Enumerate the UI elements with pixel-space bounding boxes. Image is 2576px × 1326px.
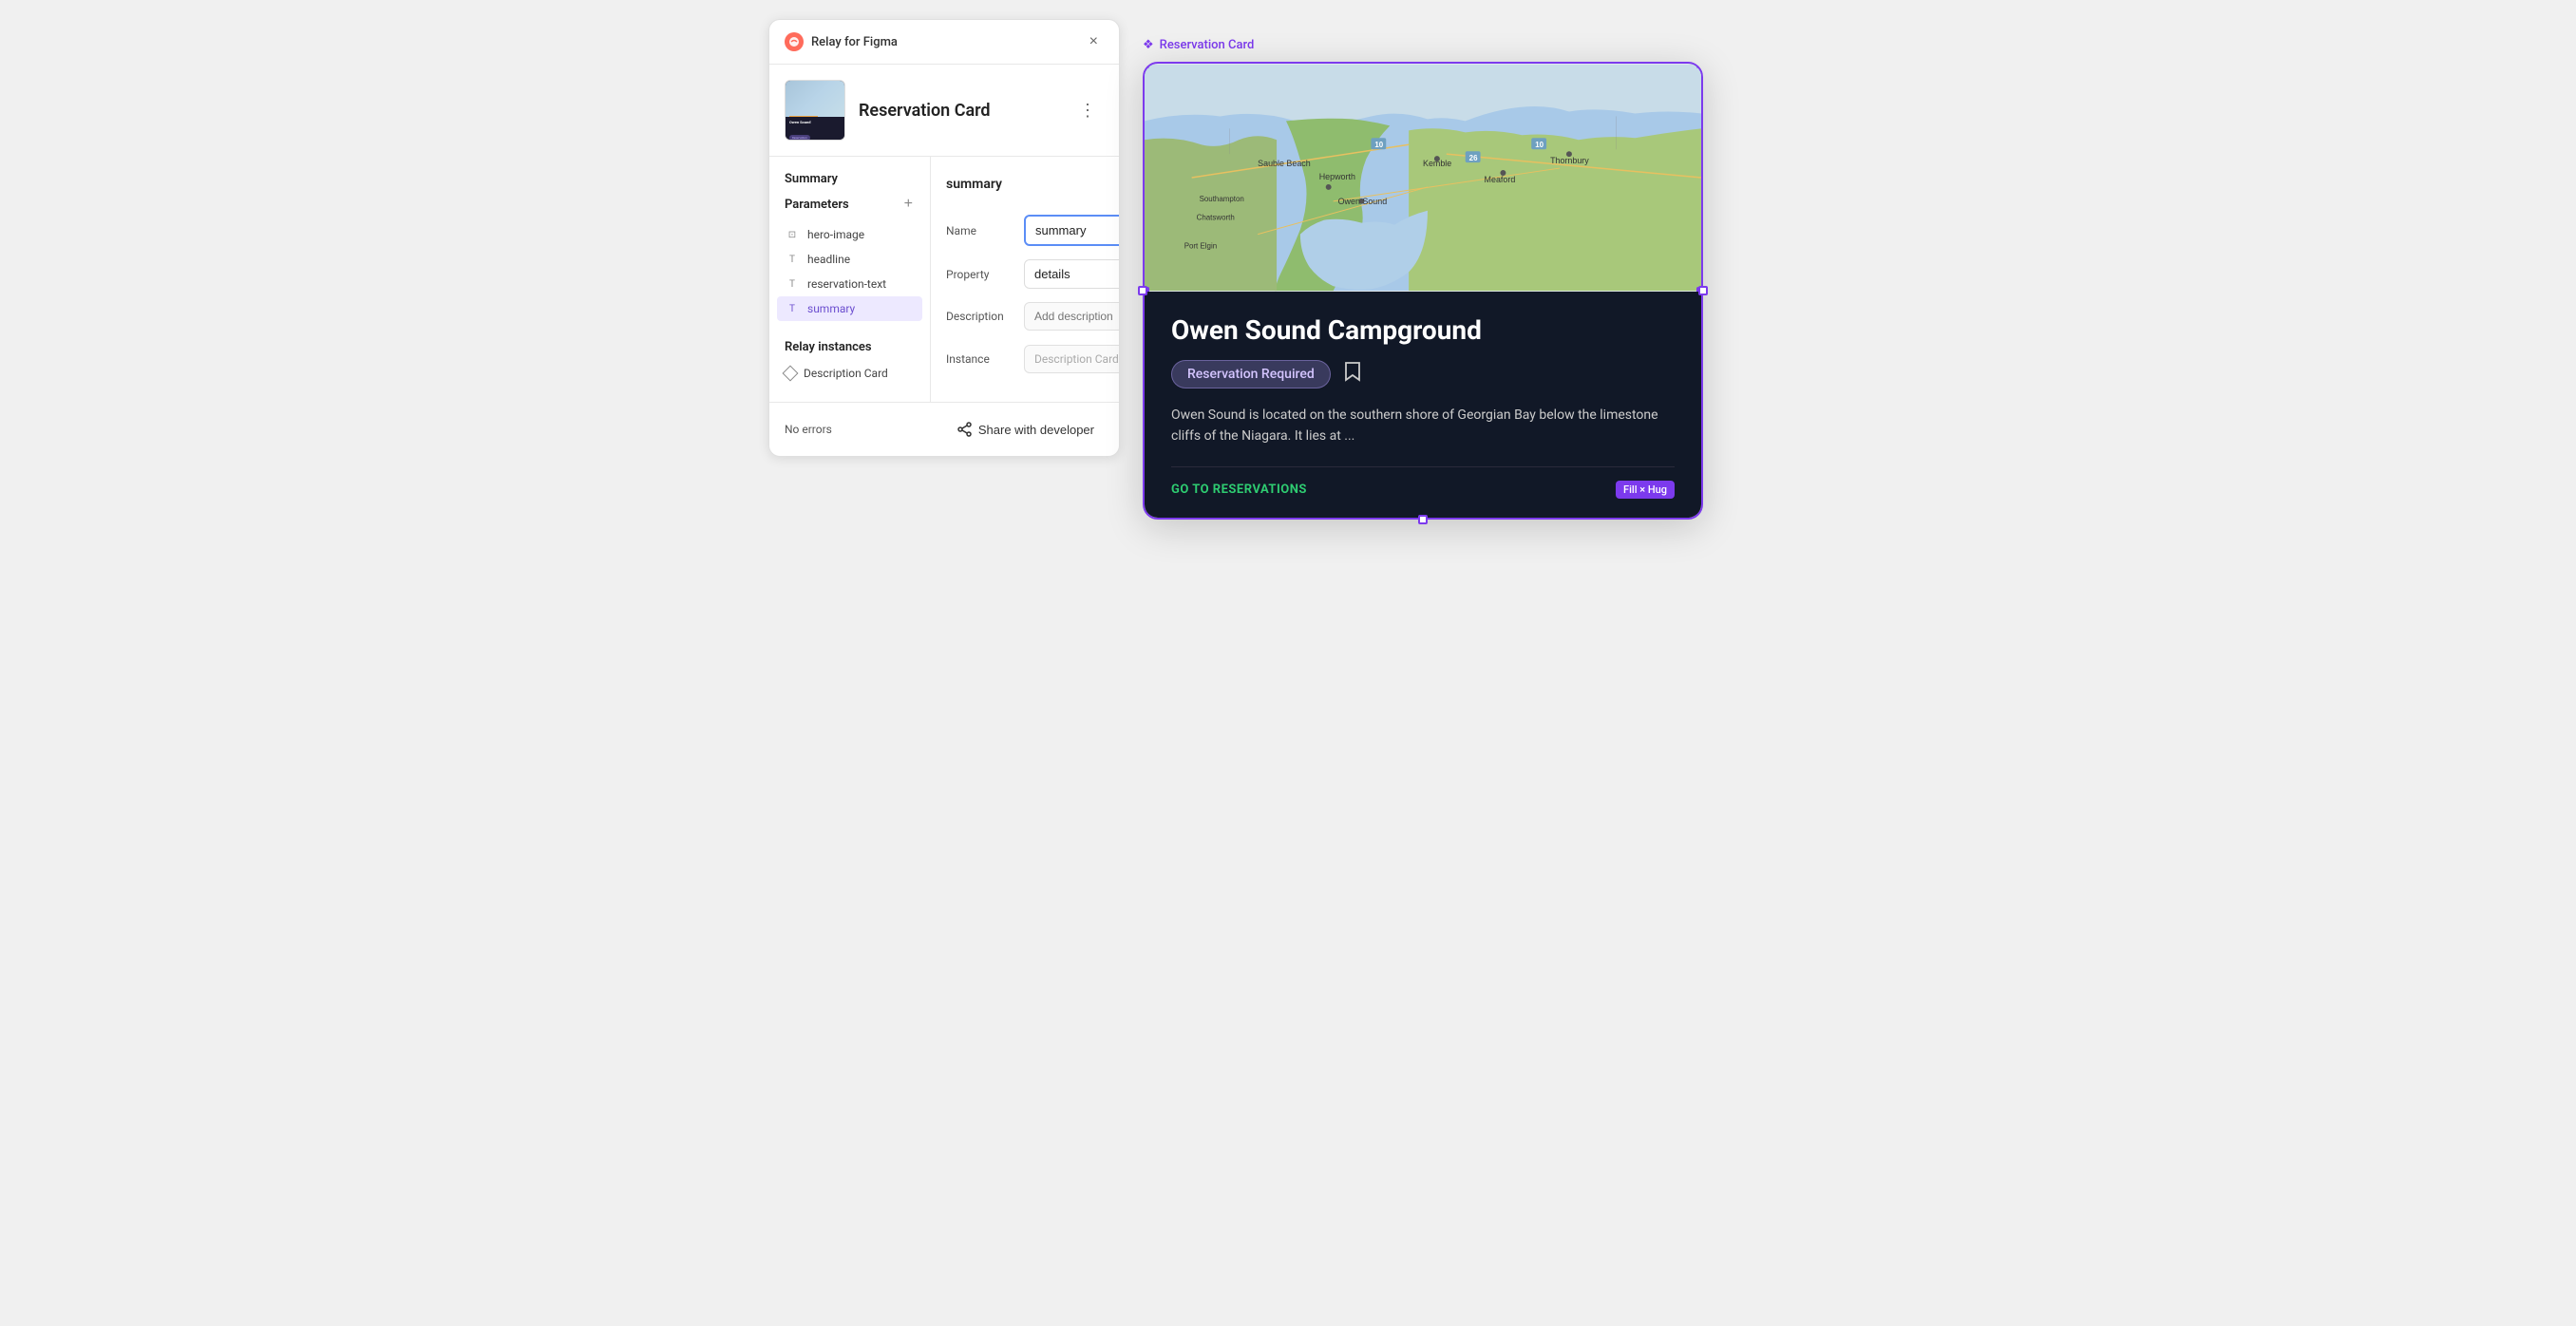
summary-section-title: Summary	[769, 172, 930, 194]
card-content: Owen Sound Campground Reservation Requir…	[1145, 292, 1701, 518]
selection-handle-tr	[1696, 64, 1701, 68]
parameters-title: Parameters	[785, 198, 849, 212]
instance-value: Description Card	[1024, 345, 1120, 373]
svg-text:Owen Sound: Owen Sound	[1338, 197, 1388, 206]
description-input[interactable]	[1024, 302, 1120, 331]
diamond-icon	[783, 366, 799, 382]
selection-handle-ml	[1138, 286, 1147, 295]
svg-text:Meaford: Meaford	[1485, 175, 1516, 184]
card-wrapper: Sauble Beach Hepworth Owen Sound Kemble …	[1143, 62, 1703, 520]
parameters-header: Parameters +	[769, 194, 930, 215]
svg-text:Southampton: Southampton	[1200, 195, 1244, 203]
text-icon: T	[785, 301, 800, 316]
more-options-button[interactable]: ⋮	[1071, 97, 1104, 124]
property-label: Property	[946, 268, 1014, 281]
left-panel: Relay for Figma × Owen Sound Reservation…	[768, 19, 1120, 457]
svg-text:Kemble: Kemble	[1423, 159, 1451, 168]
instance-list: Description Card	[769, 362, 930, 385]
param-hero-image[interactable]: ⊡ hero-image	[769, 222, 930, 247]
component-header: Owen Sound Reservation Reservation Card …	[769, 65, 1119, 157]
text-icon: T	[785, 252, 800, 267]
fill-hug-badge: Fill × Hug	[1616, 481, 1675, 499]
card-map: Sauble Beach Hepworth Owen Sound Kemble …	[1145, 64, 1701, 292]
relay-logo-icon	[785, 32, 804, 51]
param-label: reservation-text	[807, 277, 886, 291]
component-thumbnail: Owen Sound Reservation	[785, 80, 845, 141]
reservation-badge: Reservation Required	[1171, 360, 1331, 388]
name-input[interactable]	[1024, 215, 1120, 246]
description-label: Description	[946, 310, 1014, 323]
panel-content: Summary Parameters + ⊡ hero-image T head…	[769, 157, 1119, 402]
close-button[interactable]: ×	[1084, 31, 1104, 52]
no-errors-text: No errors	[785, 423, 832, 436]
panel-header-left: Relay for Figma	[785, 32, 898, 51]
card-title: Owen Sound Campground	[1171, 314, 1675, 346]
selection-handle-mr	[1698, 286, 1708, 295]
preview-component-name: Reservation Card	[1160, 38, 1255, 52]
param-label: headline	[807, 253, 850, 266]
text-icon: T	[785, 276, 800, 292]
card-footer: GO TO RESERVATIONS Fill × Hug	[1171, 466, 1675, 499]
svg-text:26: 26	[1469, 154, 1478, 162]
bookmark-button[interactable]	[1342, 359, 1363, 389]
svg-text:10: 10	[1374, 141, 1383, 149]
image-icon: ⊡	[785, 227, 800, 242]
right-form: summary 🗑 Name Property details text lab…	[931, 157, 1120, 402]
instance-description-card[interactable]: Description Card	[769, 362, 930, 385]
name-label: Name	[946, 224, 1014, 237]
svg-text:Thornbury: Thornbury	[1550, 156, 1589, 165]
relay-instances-title: Relay instances	[769, 332, 930, 362]
component-name: Reservation Card	[859, 101, 991, 121]
property-select-wrapper: details text label title ▾	[1024, 259, 1120, 289]
svg-text:Port Elgin: Port Elgin	[1184, 241, 1217, 250]
description-row: Description	[946, 302, 1120, 331]
svg-text:10: 10	[1535, 141, 1544, 149]
param-summary[interactable]: T summary	[777, 296, 922, 321]
property-select[interactable]: details text label title	[1024, 259, 1120, 289]
card-badges: Reservation Required	[1171, 359, 1675, 389]
param-reservation-text[interactable]: T reservation-text	[769, 272, 930, 296]
left-sidebar: Summary Parameters + ⊡ hero-image T head…	[769, 157, 931, 402]
param-label: summary	[807, 302, 855, 315]
app-title: Relay for Figma	[811, 35, 898, 49]
component-icon: ❖	[1143, 38, 1154, 52]
instance-label: Description Card	[804, 367, 888, 380]
form-header: summary 🗑	[946, 172, 1120, 196]
selection-handle-tl	[1145, 64, 1149, 68]
share-label: Share with developer	[978, 423, 1094, 437]
parameter-list: ⊡ hero-image T headline T reservation-te…	[769, 222, 930, 321]
selection-handle-bm	[1418, 515, 1428, 524]
card-description: Owen Sound is located on the southern sh…	[1171, 405, 1675, 447]
form-title: summary	[946, 177, 1002, 192]
property-row: Property details text label title ▾	[946, 259, 1120, 289]
panel-footer: No errors Share with developer	[769, 402, 1119, 456]
preview-label: ❖ Reservation Card	[1143, 38, 1808, 52]
param-headline[interactable]: T headline	[769, 247, 930, 272]
svg-text:Chatsworth: Chatsworth	[1197, 214, 1235, 222]
name-row: Name	[946, 215, 1120, 246]
add-parameter-button[interactable]: +	[902, 194, 915, 215]
param-label: hero-image	[807, 228, 864, 241]
instance-row: Instance Description Card	[946, 344, 1120, 373]
instance-label: Instance	[946, 352, 1014, 366]
right-panel: ❖ Reservation Card	[1143, 19, 1808, 523]
component-header-left: Owen Sound Reservation Reservation Card	[785, 80, 991, 141]
svg-text:Hepworth: Hepworth	[1319, 172, 1355, 181]
reservation-card: Sauble Beach Hepworth Owen Sound Kemble …	[1143, 62, 1703, 520]
svg-text:Sauble Beach: Sauble Beach	[1258, 159, 1311, 168]
go-reservations-link[interactable]: GO TO RESERVATIONS	[1171, 483, 1307, 497]
share-button[interactable]: Share with developer	[948, 416, 1104, 443]
panel-header: Relay for Figma ×	[769, 20, 1119, 65]
